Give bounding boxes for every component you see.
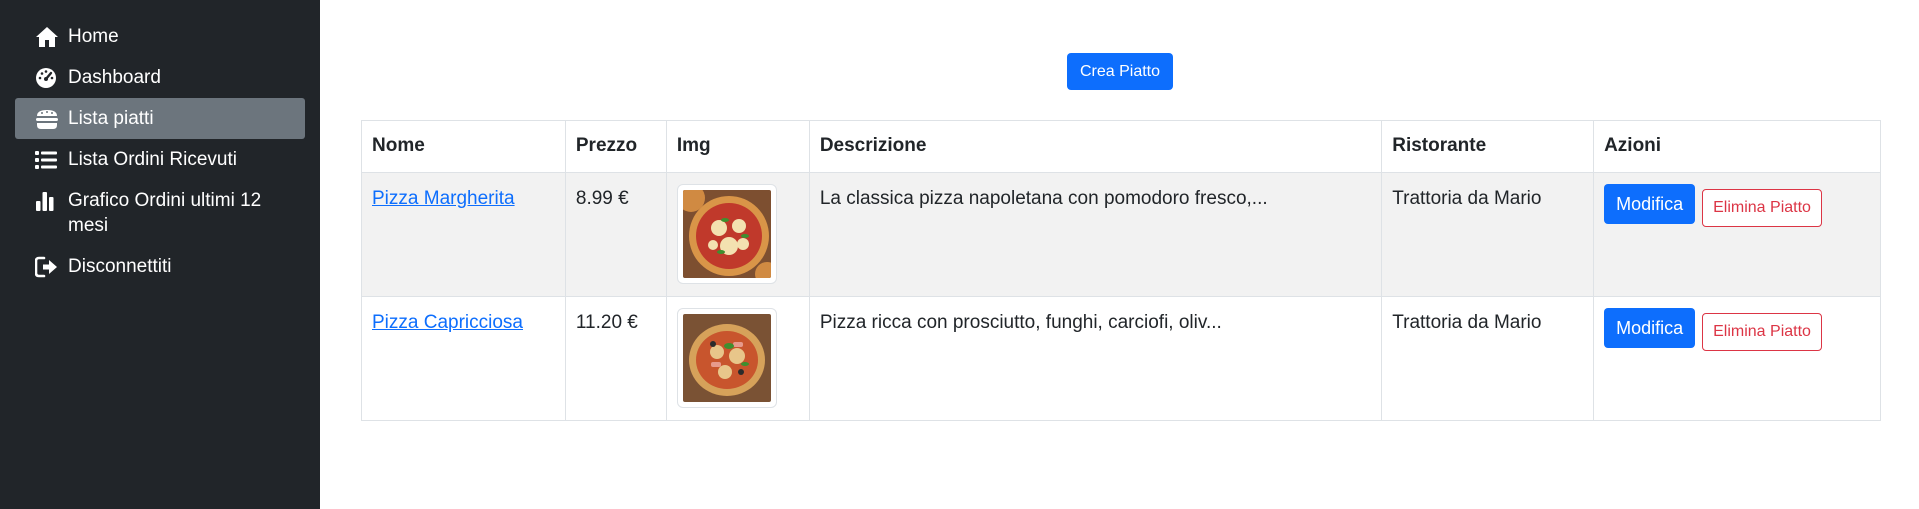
column-header: Nome [361, 120, 566, 173]
column-header: Descrizione [808, 120, 1383, 173]
column-header: Azioni [1593, 120, 1881, 173]
sidebar-item-dashboard[interactable]: Dashboard [15, 57, 305, 98]
actions-cell: Modifica Elimina Piatto [1593, 296, 1881, 421]
restaurant-cell: Trattoria da Mario [1381, 172, 1595, 297]
sidebar-item-home[interactable]: Home [15, 16, 305, 57]
sidebar-item-label: Lista piatti [68, 108, 154, 129]
speedometer-icon [35, 65, 61, 90]
delete-dish-button[interactable]: Elimina Piatto [1702, 189, 1822, 227]
logout-icon [35, 254, 61, 279]
column-header: Ristorante [1381, 120, 1595, 173]
pizza-capricciosa-image [676, 308, 777, 408]
sidebar-item-label: Grafico Ordini ultimi 12 mesi [68, 190, 262, 236]
edit-button[interactable]: Modifica [1604, 184, 1696, 224]
dish-name-link[interactable]: Pizza Margherita [372, 188, 515, 209]
edit-button[interactable]: Modifica [1604, 308, 1696, 348]
delete-dish-button[interactable]: Elimina Piatto [1702, 313, 1822, 351]
dishes-icon [35, 106, 61, 131]
table-header-row: Nome Prezzo Img Descrizione Ristorante A… [361, 120, 1881, 173]
description-cell: Pizza ricca con prosciutto, funghi, carc… [808, 296, 1383, 421]
column-header: Img [665, 120, 810, 173]
sidebar-item-label: Disconnettiti [68, 256, 172, 277]
price-cell: 8.99 € [564, 172, 667, 297]
list-icon [35, 147, 61, 172]
description-cell: La classica pizza napoletana con pomodor… [808, 172, 1383, 297]
dish-name-link[interactable]: Pizza Capricciosa [372, 312, 523, 333]
pizza-margherita-image [676, 184, 777, 284]
sidebar: Home Dashboard Lista piatti Lista Ordini… [0, 0, 320, 509]
name-cell: Pizza Capricciosa [361, 296, 566, 421]
price-cell: 11.20 € [564, 296, 667, 421]
restaurant-cell: Trattoria da Mario [1381, 296, 1595, 421]
dishes-table: Nome Prezzo Img Descrizione Ristorante A… [361, 120, 1881, 421]
bar-chart-icon [35, 188, 61, 213]
image-cell [665, 296, 810, 421]
table-row: Pizza Capricciosa 11.20 € Pizza ricca co… [361, 296, 1881, 421]
sidebar-item-label: Dashboard [68, 67, 161, 88]
sidebar-item-lista-piatti[interactable]: Lista piatti [15, 98, 305, 139]
name-cell: Pizza Margherita [361, 172, 566, 297]
actions-cell: Modifica Elimina Piatto [1593, 172, 1881, 297]
sidebar-item-disconnettiti[interactable]: Disconnettiti [15, 246, 305, 287]
create-dish-button[interactable]: Crea Piatto [1067, 53, 1173, 90]
sidebar-item-label: Lista Ordini Ricevuti [68, 149, 237, 170]
sidebar-item-grafico-ordini[interactable]: Grafico Ordini ultimi 12 mesi [15, 180, 305, 246]
table-row: Pizza Margherita 8.99 € La classica pizz… [361, 172, 1881, 297]
sidebar-item-lista-ordini[interactable]: Lista Ordini Ricevuti [15, 139, 305, 180]
home-icon [35, 24, 61, 49]
main-content: Crea Piatto Nome Prezzo Img Descrizione … [320, 0, 1919, 509]
column-header: Prezzo [564, 120, 667, 173]
image-cell [665, 172, 810, 297]
sidebar-item-label: Home [68, 26, 119, 47]
